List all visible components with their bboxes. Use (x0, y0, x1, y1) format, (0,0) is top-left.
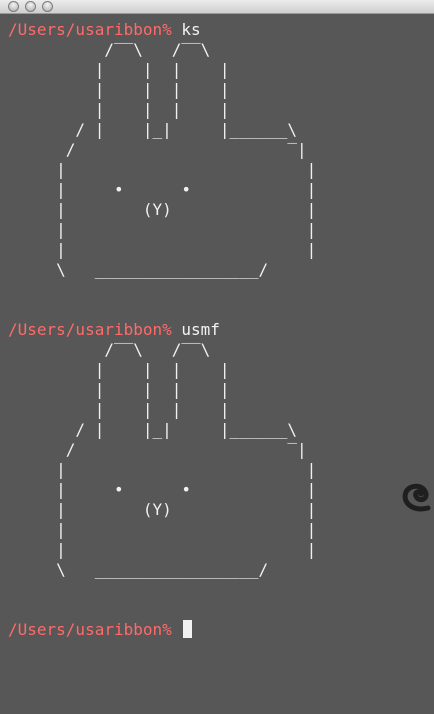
ascii-art-text: | | (8, 520, 317, 539)
ascii-art-text: /‾‾\ /‾‾\ (8, 340, 211, 359)
ascii-art-line: | • • | (8, 180, 428, 200)
ascii-art-text: / ‾| (8, 440, 307, 459)
ascii-art-text: / | |_| |______\ (8, 120, 297, 139)
ascii-art-line (8, 300, 428, 320)
shell-prompt: /Users/usaribbon% (8, 320, 172, 339)
prompt-line: /Users/usaribbon% (8, 620, 428, 640)
ascii-art-text (8, 300, 18, 319)
terminal-output[interactable]: /Users/usaribbon% ks /‾‾\ /‾‾\ | | | | |… (8, 20, 428, 710)
ascii-art-text: | | | | (8, 380, 230, 399)
ascii-art-line: /‾‾\ /‾‾\ (8, 340, 428, 360)
ascii-art-line: | | (8, 520, 428, 540)
command-text: ks (171, 20, 201, 39)
ascii-art-text: | | | | (8, 400, 230, 419)
ascii-art-line: | | (8, 540, 428, 560)
ascii-art-line: | | (8, 240, 428, 260)
ascii-art-text: | | | | (8, 80, 230, 99)
ascii-art-line: | | | | (8, 400, 428, 420)
text-cursor[interactable] (183, 620, 193, 638)
ascii-art-text: | (Y) | (8, 200, 317, 219)
command-text (172, 620, 182, 639)
ascii-art-text: / ‾| (8, 140, 307, 159)
terminal-window: /Users/usaribbon% ks /‾‾\ /‾‾\ | | | | |… (0, 0, 434, 714)
ascii-art-line: \ _________________/ (8, 560, 428, 580)
ascii-art-line: \ _________________/ (8, 260, 428, 280)
ascii-art-line: | | (8, 160, 428, 180)
ascii-art-text: / | |_| |______\ (8, 420, 297, 439)
ascii-art-text: | (Y) | (8, 500, 317, 519)
close-window-button[interactable] (8, 1, 19, 12)
ascii-art-line: | | | | (8, 380, 428, 400)
prompt-line: /Users/usaribbon% ks (8, 20, 428, 40)
prompt-line: /Users/usaribbon% usmf (8, 320, 428, 340)
ascii-art-text: \ _________________/ (8, 260, 269, 279)
ascii-art-text: | • • | (8, 480, 317, 499)
ascii-art-text: /‾‾\ /‾‾\ (8, 40, 211, 59)
ascii-art-line: | (Y) | (8, 200, 428, 220)
ascii-art-line: | • • | (8, 480, 428, 500)
ascii-art-line: | | | | (8, 360, 428, 380)
ascii-art-text: | • • | (8, 180, 317, 199)
shell-prompt: /Users/usaribbon% (8, 620, 172, 639)
ascii-art-text: | | | | (8, 360, 230, 379)
ascii-art-line: / ‾| (8, 140, 428, 160)
ascii-art-line: / | |_| |______\ (8, 420, 428, 440)
shell-prompt: /Users/usaribbon% (8, 20, 172, 39)
ascii-art-line: | | | | (8, 100, 428, 120)
ascii-art-text (8, 600, 18, 619)
tail-curl-icon (402, 483, 431, 512)
zoom-window-button[interactable] (42, 1, 53, 12)
ascii-art-text: | | (8, 240, 317, 259)
ascii-art-text: | | | | (8, 100, 230, 119)
ascii-art-line: / ‾| (8, 440, 428, 460)
ascii-art-text: | | (8, 220, 317, 239)
command-text: usmf (171, 320, 220, 339)
ascii-art-line (8, 600, 428, 620)
ascii-art-text: | | | | (8, 60, 230, 79)
ascii-art-line: | | (8, 220, 428, 240)
ascii-art-line: | | | | (8, 80, 428, 100)
ascii-art-line: | | | | (8, 60, 428, 80)
ascii-art-line: | (Y) | (8, 500, 428, 520)
ascii-art-text: | | (8, 540, 317, 559)
ascii-art-line: /‾‾\ /‾‾\ (8, 40, 428, 60)
title-bar (0, 0, 434, 14)
minimize-window-button[interactable] (25, 1, 36, 12)
ascii-art-text: | | (8, 160, 317, 179)
ascii-art-line: | | (8, 460, 428, 480)
ascii-art-line: / | |_| |______\ (8, 120, 428, 140)
ascii-art-text: | | (8, 460, 317, 479)
ascii-art-text: \ _________________/ (8, 560, 269, 579)
